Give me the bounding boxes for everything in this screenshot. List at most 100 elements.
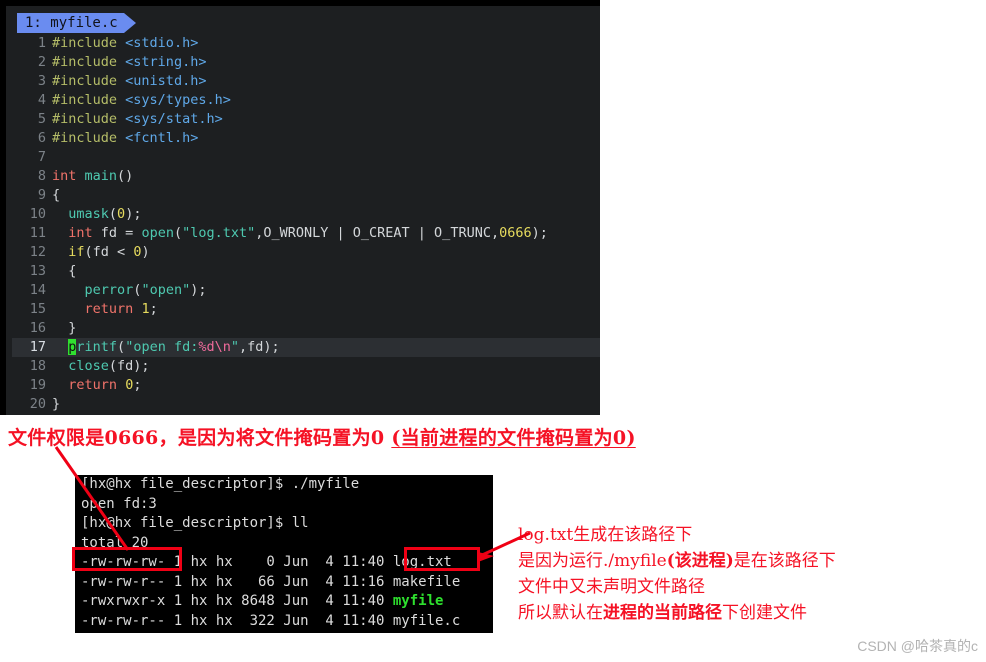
terminal-text: -rw-rw-r-- 1 hx hx 322 Jun 4 11:40 myfil… — [81, 612, 461, 629]
code-line-number: 13 — [29, 263, 46, 279]
code-token: ); — [125, 206, 142, 222]
code-token: #include — [52, 54, 118, 70]
code-line-text: if(fd < 0) — [52, 243, 600, 262]
code-token: <stdio.h> — [125, 35, 199, 51]
code-line-number: 19 — [29, 377, 46, 393]
annotation-right-line4-a: 所以默认在 — [518, 603, 603, 623]
annotation-right-line1: log.txt生成在该路径下 — [518, 525, 693, 545]
code-line-text: #include <fcntl.h> — [52, 129, 600, 148]
annotation-right-line4: 所以默认在进程的当前路径下创建文件 — [518, 600, 836, 626]
code-line-text: return 0; — [52, 376, 600, 395]
code-token: 1 — [141, 301, 150, 317]
code-token: ( — [108, 206, 118, 222]
code-token: 0 — [117, 206, 126, 222]
tab-label: 1: myfile.c — [25, 15, 118, 31]
code-editor-body: 1: myfile.c 1 #include <stdio.h> 2 #include… — [12, 12, 600, 415]
code-token: ( — [173, 225, 183, 241]
editor-tabbar: 1: myfile.c — [12, 12, 600, 34]
code-token: ,fd); — [239, 339, 280, 355]
code-token: rintf — [76, 339, 118, 355]
tab-arrow-icon — [124, 13, 136, 33]
code-token: "open fd: — [125, 339, 199, 355]
annotation-logtxt-path: log.txt生成在该路径下 是因为运行./myfile(该进程)是在该路径下 … — [518, 522, 836, 626]
code-token: () — [117, 168, 134, 184]
code-line-number: 5 — [37, 111, 46, 127]
code-line-number: 12 — [29, 244, 46, 260]
code-token: #include — [52, 130, 118, 146]
code-token: ,O_WRONLY | O_CREAT | O_TRUNC, — [255, 225, 500, 241]
code-token: "log.txt" — [182, 225, 256, 241]
code-token: umask — [68, 206, 109, 222]
code-line: 15 return 1; — [12, 300, 600, 319]
code-token: if — [68, 244, 85, 260]
code-line-number: 20 — [29, 396, 46, 412]
code-line: 19 return 0; — [12, 376, 600, 395]
code-token: #include — [52, 111, 118, 127]
code-token: ) — [141, 244, 150, 260]
csdn-watermark: CSDN @哈茶真的c — [857, 638, 978, 654]
code-line-number: 9 — [37, 187, 46, 203]
annotation-right-line4-b: 进程的当前路径 — [603, 603, 722, 623]
annotation-top-underlined: (当前进程的文件掩码置为0) — [391, 427, 636, 449]
code-line-text: close(fd); — [52, 357, 600, 376]
code-content[interactable]: 1 #include <stdio.h> 2 #include <string.h> 3… — [12, 34, 600, 414]
code-token: close — [68, 358, 109, 374]
code-line: 3 #include <unistd.h> — [12, 72, 600, 91]
code-editor-window: 1: myfile.c 1 #include <stdio.h> 2 #include… — [0, 0, 600, 415]
terminal-text: [hx@hx file_descriptor]$ ./myfile — [81, 476, 360, 492]
code-token: } — [52, 396, 61, 412]
code-token: #include — [52, 92, 118, 108]
tab-myfile-c[interactable]: 1: myfile.c — [17, 13, 124, 33]
code-line-number: 11 — [29, 225, 46, 241]
code-line-text: #include <sys/types.h> — [52, 91, 600, 110]
code-token: int — [52, 168, 77, 184]
terminal-text: [hx@hx file_descriptor]$ ll — [81, 515, 309, 531]
code-line-text: int fd = open("log.txt",O_WRONLY | O_CRE… — [52, 224, 600, 243]
code-token: main — [84, 168, 118, 184]
code-token: int — [68, 225, 93, 241]
highlight-box-logtxt — [404, 547, 480, 571]
code-token: ; — [149, 301, 158, 317]
code-token: (fd < — [84, 244, 134, 260]
code-line-text: perror("open"); — [52, 281, 600, 300]
terminal-text: -rw-rw-r-- 1 hx hx 66 Jun 4 11:16 makefi… — [81, 573, 461, 590]
annotation-right-line2-a: 是因为运行./myfile — [518, 551, 667, 571]
code-line-text: { — [52, 186, 600, 205]
code-line-text: } — [52, 319, 600, 338]
code-token: { — [52, 263, 77, 279]
code-token: open — [141, 225, 174, 241]
code-token: %d\n — [198, 339, 231, 355]
code-line-number: 14 — [29, 282, 46, 298]
code-token: return — [68, 377, 118, 393]
code-line: 11 int fd = open("log.txt",O_WRONLY | O_… — [12, 224, 600, 243]
code-token: " — [230, 339, 239, 355]
code-line: 9{ — [12, 186, 600, 205]
terminal-executable-name: myfile — [392, 593, 444, 609]
code-line: 14 perror("open"); — [12, 281, 600, 300]
code-line-number: 8 — [37, 168, 46, 184]
code-token: fd = — [92, 225, 142, 241]
code-line-number: 17 — [29, 339, 46, 355]
code-line: 1 #include <stdio.h> — [12, 34, 600, 53]
code-line: 4 #include <sys/types.h> — [12, 91, 600, 110]
annotation-top-plain: 文件权限是0666，是因为将文件掩码置为0 — [8, 427, 392, 449]
highlight-box-permissions — [72, 547, 182, 571]
code-line-number: 7 — [37, 149, 46, 165]
annotation-right-line2: 是因为运行./myfile(该进程)是在该路径下 — [518, 548, 836, 574]
code-token: "open" — [141, 282, 191, 298]
code-line-text: } — [52, 395, 600, 414]
code-line-text: #include <sys/stat.h> — [52, 110, 600, 129]
code-token: <fcntl.h> — [125, 130, 199, 146]
code-line-number: 15 — [29, 301, 46, 317]
